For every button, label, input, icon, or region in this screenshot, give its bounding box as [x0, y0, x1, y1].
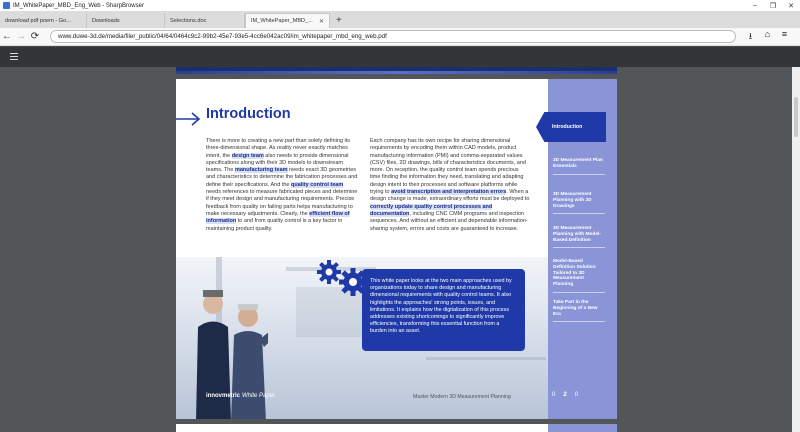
forward-icon[interactable]: → — [14, 31, 28, 42]
tab-label: Downloads — [92, 17, 120, 24]
scrollbar-thumb[interactable] — [794, 97, 798, 137]
url-input[interactable]: www.duwe-3d.de/media/filer_public/04/64/… — [50, 30, 736, 43]
menu-icon[interactable]: ≡ — [778, 29, 791, 45]
sidebar-item-new-era: Take Part in the Beginning of a New Era — [553, 300, 605, 323]
previous-page-edge — [176, 67, 617, 74]
new-tab-button[interactable]: + — [330, 13, 348, 28]
section-sidebar: Introduction 3D Measurement Plan Essenti… — [536, 79, 617, 419]
tab-label: download pdf poem - Go... — [5, 17, 71, 24]
close-tab-icon[interactable]: ✕ — [319, 18, 324, 25]
page-next: 0 — [574, 392, 579, 398]
intro-paragraph-left: There is more to creating a new part tha… — [206, 138, 358, 233]
tab-bar: download pdf poem - Go... Downloads Sele… — [0, 11, 800, 28]
pdf-toolbar — [0, 47, 800, 67]
sidebar-active-label: Introduction — [552, 124, 583, 130]
page-prev: 0 — [552, 392, 556, 398]
summary-callout: This white paper looks at the two main a… — [362, 269, 525, 351]
tab-whitepaper[interactable]: IM_WhitePaper_MBD_... ✕ — [245, 13, 330, 28]
pdf-viewer[interactable]: Introduction There is more to creating a… — [0, 67, 800, 432]
footer-title: Master Modern 3D Measurement Planning — [413, 394, 511, 400]
tab-google-search[interactable]: download pdf poem - Go... — [0, 13, 87, 28]
back-icon[interactable]: ← — [0, 31, 14, 42]
sidebar-item-mbd-solution: Model-Based Definition Solution Tailored… — [553, 259, 605, 293]
sidebar-item-mbd: 3D Measurement Planning with Model-Based… — [553, 226, 605, 249]
sidebar-item-essentials: 3D Measurement Plan Essentials — [553, 158, 605, 175]
app-icon — [3, 2, 10, 9]
highlighted-text: avoid transcription and interpretation e… — [391, 189, 507, 196]
title-bar: IM_WhitePaper_MBD_Eng_Web - SharpBrowser… — [0, 0, 800, 11]
download-icon[interactable]: ⭳ — [744, 29, 757, 45]
body-text: Each company has its own recipe for shar… — [370, 138, 526, 196]
highlighted-text: quality control team — [291, 181, 344, 188]
address-bar-row: ← → ⟳ www.duwe-3d.de/media/filer_public/… — [0, 28, 800, 46]
sidebar-item-introduction: Introduction — [536, 112, 606, 142]
logo-text: innovmetric — [206, 393, 241, 399]
engineer-figure — [231, 304, 268, 419]
vertical-scrollbar[interactable] — [792, 67, 800, 432]
highlighted-text: manufacturing team — [234, 167, 288, 174]
logo-subtitle: White Paper — [242, 393, 276, 399]
maximize-button[interactable]: ❐ — [764, 2, 782, 10]
home-icon[interactable]: ⌂ — [761, 29, 774, 45]
pdf-page: Introduction There is more to creating a… — [176, 79, 617, 419]
tab-label: Selections.doc — [170, 17, 207, 24]
pdf-menu-icon[interactable] — [10, 53, 18, 62]
page-numbers: 0 2 0 — [552, 392, 578, 398]
arrow-right-icon — [176, 112, 201, 126]
window-title: IM_WhitePaper_MBD_Eng_Web - SharpBrowser — [13, 2, 144, 9]
sidebar-item-2d-drawings: 3D Measurement Planning with 2D Drawings — [553, 192, 605, 215]
tab-downloads[interactable]: Downloads — [87, 13, 165, 28]
close-window-button[interactable]: ✕ — [782, 2, 800, 10]
refresh-icon[interactable]: ⟳ — [28, 31, 42, 42]
minimize-button[interactable]: – — [746, 2, 764, 9]
page-current: 2 — [563, 392, 567, 398]
highlighted-text: design team — [231, 152, 264, 159]
tab-selections[interactable]: Selections.doc — [165, 13, 245, 28]
tab-label: IM_WhitePaper_MBD_... — [251, 18, 313, 24]
page-heading: Introduction — [206, 106, 291, 122]
company-logo: innovmetric White Paper — [206, 393, 275, 399]
next-page-edge — [176, 424, 617, 432]
intro-paragraph-right: Each company has its own recipe for shar… — [370, 138, 530, 233]
